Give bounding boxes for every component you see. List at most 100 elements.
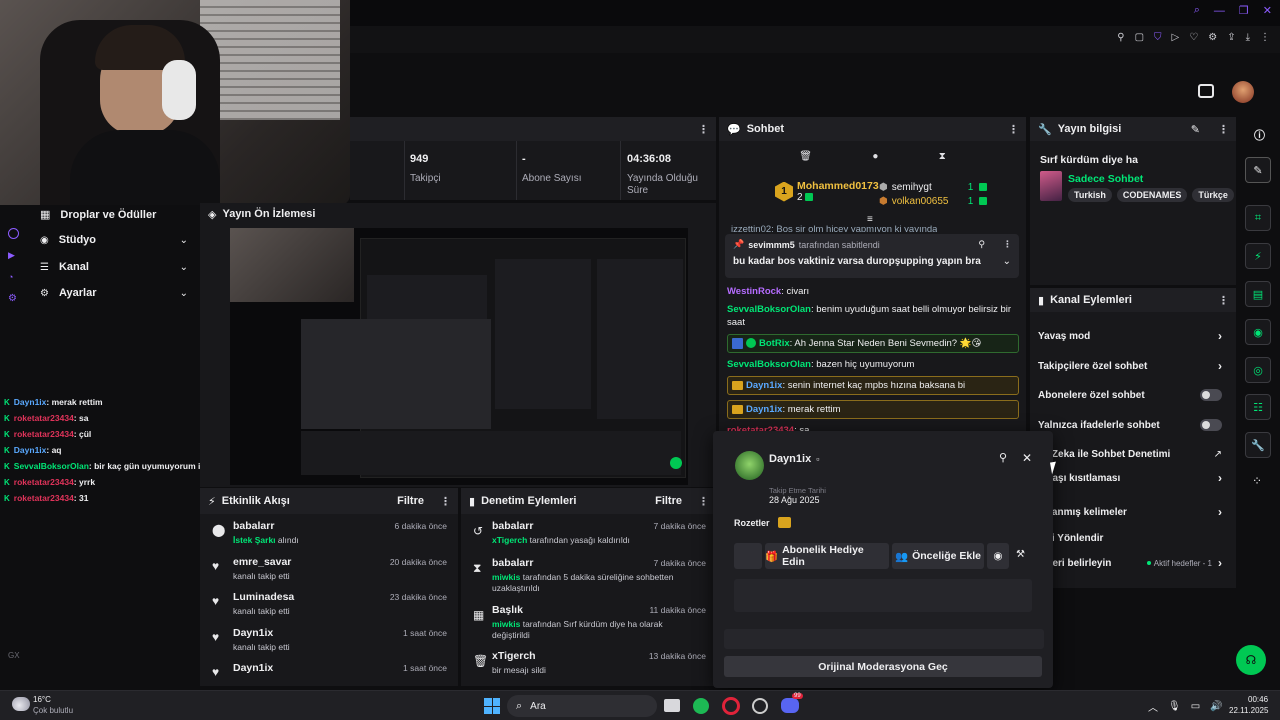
chevron-down-icon[interactable]: ⌄ <box>1003 256 1011 267</box>
pin-icon[interactable]: ⚲ <box>1117 32 1124 43</box>
mod-action-item[interactable]: ▦ Başlık 11 dakika önce miwkis tarafından S… <box>461 604 716 644</box>
channel-action-item[interactable]: aklanmış kelimeler › <box>1030 504 1236 520</box>
channel-action-item[interactable]: lefleri belirleyin Aktif hedefler - 1 › <box>1030 555 1236 571</box>
activity-item[interactable]: ♥ Dayn1ix 1 saat önce kanalı takip etti <box>200 627 458 659</box>
discord-icon[interactable] <box>781 698 799 713</box>
crop-icon[interactable]: ⌗ <box>1245 205 1271 231</box>
nav-item-settings[interactable]: ⚙ Ayarlar ⌄ <box>40 287 188 299</box>
chat-collapse-icon[interactable]: ≡ <box>867 214 873 225</box>
channel-action-item[interactable]: Yalnızca ifadelerle sohbet <box>1030 417 1236 433</box>
avatar[interactable] <box>1232 81 1254 103</box>
channel-action-item[interactable]: Takipçilere özel sohbet › <box>1030 358 1236 374</box>
more-icon[interactable]: ⋮ <box>698 495 709 508</box>
pin-icon[interactable]: ⚲ <box>999 451 1007 464</box>
dots-icon[interactable]: ⁘ <box>1252 474 1262 488</box>
activity-user[interactable]: Dayn1ix <box>233 662 273 674</box>
chat-message[interactable]: BotRix: Ah Jenna Star Neden Beni Sevmedi… <box>727 334 1019 353</box>
hourglass-icon[interactable]: ⧗ <box>939 151 946 162</box>
taskbar-search[interactable]: ⌕ Ara <box>507 695 657 717</box>
broadcast-icon[interactable]: ◎ <box>1245 357 1271 383</box>
view-button[interactable]: ◉ <box>987 543 1009 569</box>
activity-user[interactable]: Luminadesa <box>233 591 294 603</box>
user-card-name[interactable]: Dayn1ix <box>769 453 811 465</box>
edit-icon[interactable]: ✎ <box>1191 123 1200 136</box>
network-icon[interactable]: ▭ <box>1191 701 1200 712</box>
channel-action-item[interactable]: Abonelere özel sohbet <box>1030 387 1236 403</box>
shield-icon[interactable]: ⛉ <box>1154 32 1162 43</box>
activity-item[interactable]: ♥ emre_savar 20 dakika önce kanalı takip et… <box>200 556 458 588</box>
channel-action-item[interactable]: yici Yönlendir <box>1030 530 1236 546</box>
chevron-up-icon[interactable]: ︿ <box>1148 699 1158 714</box>
channel-action-item[interactable]: p yaşı kısıtlaması › <box>1030 470 1236 486</box>
mod-action-user[interactable]: babalarr <box>492 520 533 532</box>
taskbar-app-files[interactable] <box>664 699 680 712</box>
mod-action-item[interactable]: 🗑 xTigerch 13 dakika önce bir mesajı sildi <box>461 650 716 690</box>
bubble-icon[interactable]: ● <box>872 151 878 162</box>
windows-start-icon[interactable] <box>484 698 500 714</box>
chat-icon[interactable]: ◉ <box>1245 319 1271 345</box>
screen-icon[interactable]: ▢ <box>1135 32 1144 43</box>
activity-user[interactable]: emre_savar <box>233 556 291 568</box>
more-icon[interactable]: ⋮ <box>440 495 451 508</box>
doc-icon[interactable]: ▤ <box>1245 281 1271 307</box>
tag-chip[interactable]: Turkish <box>1068 188 1112 202</box>
rail-video-icon[interactable]: ▶ <box>8 250 15 261</box>
chat-username[interactable]: Dayn1ix <box>746 404 782 415</box>
wrench-icon[interactable]: 🔧 <box>1245 432 1271 458</box>
pinned-message[interactable]: 📌 sevimmm5 tarafından sabitlendi ⚲ ⋮ bu … <box>725 234 1019 278</box>
activity-user[interactable]: babalarr <box>233 520 274 532</box>
view-toggle-icon[interactable] <box>1198 84 1214 98</box>
spotify-icon[interactable] <box>693 698 709 714</box>
copy-icon[interactable]: ▫ <box>816 454 819 464</box>
pin-icon[interactable]: ⚲ <box>978 239 985 250</box>
broom-icon[interactable]: ⚒ <box>1016 549 1025 560</box>
activity-item[interactable]: ⬤ babalarr 6 dakika önce İstek Şarkı alındı <box>200 520 458 552</box>
gift-sub-button[interactable]: 🎁 Abonelik Hediye Edin <box>765 543 889 569</box>
chat-username[interactable]: SevvalBoksorOlan <box>727 304 811 315</box>
more-icon[interactable]: ⋮ <box>1008 123 1019 136</box>
nav-item-channel[interactable]: ☰ Kanal ⌄ <box>40 261 188 273</box>
chat-message[interactable]: Dayn1ix: merak rettim <box>727 400 1019 419</box>
more-icon[interactable]: ⋮ <box>1260 32 1270 43</box>
chat-message[interactable]: SevvalBoksorOlan: bazen hiç uyumuyorum <box>727 358 1019 371</box>
user-card-input-area[interactable] <box>724 629 1044 649</box>
chat-username[interactable]: WestinRock <box>727 286 781 297</box>
play-icon[interactable]: ▷ <box>1172 32 1180 43</box>
chat-message[interactable]: SevvalBoksorOlan: benim uyuduğum saat be… <box>727 303 1019 329</box>
tag-chip[interactable]: CODENAMES <box>1116 188 1188 202</box>
bolt-icon[interactable]: ⚡ <box>1245 243 1271 269</box>
volume-icon[interactable]: 🔊 <box>1210 701 1222 712</box>
close-icon[interactable]: ✕ <box>1263 4 1272 17</box>
add-vip-button[interactable]: 👥 Önceliğe Ekle <box>892 543 984 569</box>
channel-action-item[interactable]: Yavaş mod › <box>1030 328 1236 344</box>
search-icon[interactable]: ⌕ <box>1194 4 1200 17</box>
chat-username[interactable]: SevvalBoksorOlan <box>727 359 811 370</box>
close-icon[interactable]: ✕ <box>1022 451 1032 465</box>
mod-action-item[interactable]: ⧗ babalarr 7 dakika önce miwkis tarafından … <box>461 557 716 597</box>
mod-actions-filter-button[interactable]: Filtre <box>655 495 682 507</box>
nav-item-studio[interactable]: ◉ Stüdyo ⌄ <box>40 234 188 246</box>
trash-icon[interactable]: 🗑 <box>799 151 812 162</box>
mod-action-user[interactable]: xTigerch <box>492 650 536 662</box>
minimize-icon[interactable]: — <box>1214 5 1225 17</box>
download-icon[interactable]: ⤓ <box>1246 32 1250 43</box>
more-icon[interactable]: ⋮ <box>698 123 709 136</box>
more-icon[interactable]: ⋮ <box>1003 239 1012 250</box>
chat-message[interactable]: Dayn1ix: senin internet kaç mpbs hızına … <box>727 376 1019 395</box>
activity-user[interactable]: Dayn1ix <box>233 627 273 639</box>
mod-action-item[interactable]: ↺ babalarr 7 dakika önce xTigerch tarafında… <box>461 520 716 560</box>
support-button[interactable]: ☊ <box>1236 645 1266 675</box>
share-icon[interactable]: ⇪ <box>1227 32 1235 43</box>
activity-filter-button[interactable]: Filtre <box>397 495 424 507</box>
tag-chip[interactable]: Türkçe <box>1192 188 1234 202</box>
toggle-switch[interactable] <box>1200 389 1222 401</box>
chat-message[interactable]: WestinRock: civarı <box>727 285 1019 298</box>
opera-gx-icon[interactable] <box>752 698 768 714</box>
pencil-icon[interactable]: ✎ <box>1245 157 1271 183</box>
mod-action-user[interactable]: babalarr <box>492 557 533 569</box>
weather-icon[interactable] <box>12 697 30 711</box>
original-moderation-button[interactable]: Orijinal Moderasyona Geç <box>724 656 1042 677</box>
more-icon[interactable]: ⋮ <box>1218 294 1229 307</box>
nav-item-drops[interactable]: ▦ Droplar ve Ödüller <box>40 208 156 222</box>
restore-icon[interactable]: ❐ <box>1239 4 1249 17</box>
